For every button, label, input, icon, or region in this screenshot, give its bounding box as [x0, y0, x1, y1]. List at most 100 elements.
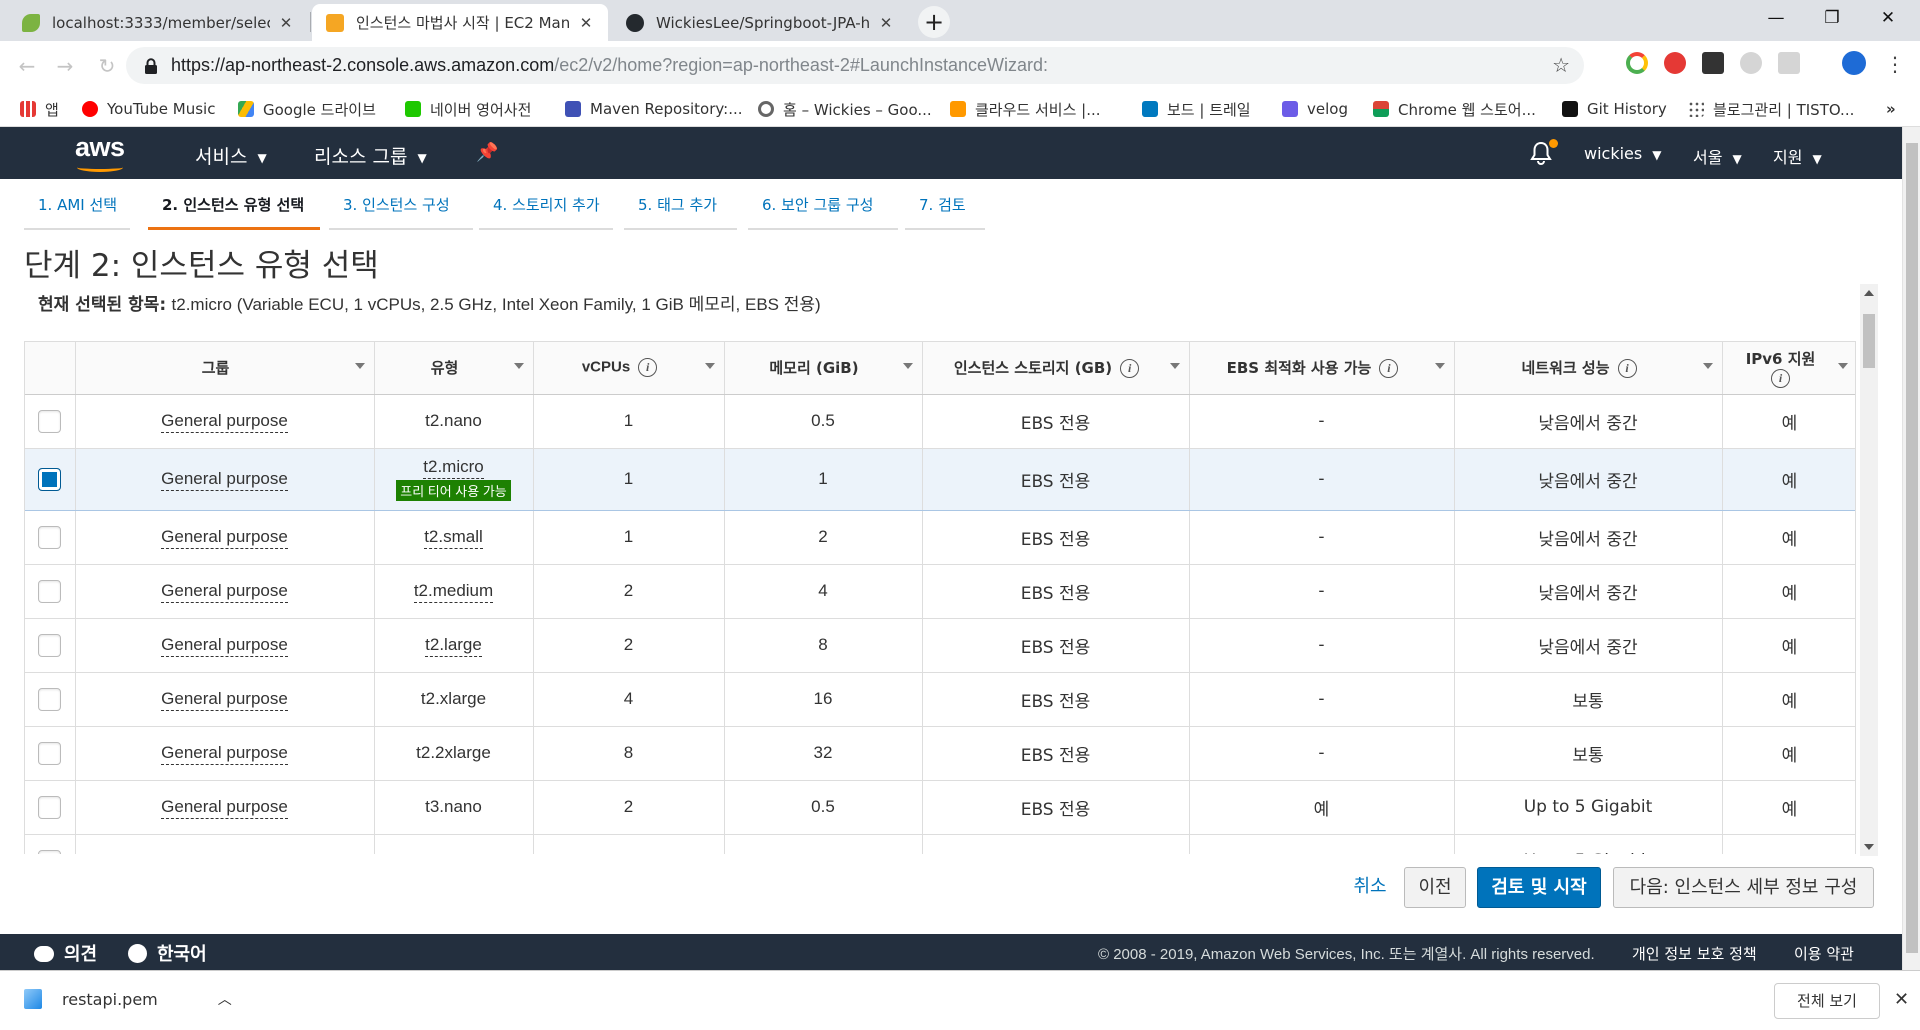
scrollbar-thumb[interactable] — [1863, 314, 1875, 368]
close-icon[interactable]: ✕ — [878, 14, 894, 32]
table-row[interactable]: General purpose t2.xlarge 4 16 EBS 전용 - 보통 예 — [25, 672, 1855, 727]
reload-button[interactable]: ↻ — [92, 51, 122, 81]
terms-link[interactable]: 이용 약관 — [1794, 943, 1854, 964]
profile-avatar[interactable] — [1842, 51, 1866, 75]
page-scrollbar[interactable] — [1902, 127, 1920, 970]
extension-a-icon[interactable] — [1702, 52, 1724, 74]
column-header-type[interactable]: 유형 — [374, 342, 534, 395]
extension-user-icon[interactable] — [1778, 52, 1800, 74]
region-menu[interactable]: 서울 ▼ — [1693, 144, 1742, 168]
show-all-downloads-button[interactable]: 전체 보기 — [1774, 983, 1880, 1019]
pin-icon[interactable]: 📌 — [476, 142, 498, 163]
row-checkbox[interactable] — [38, 741, 62, 765]
row-checkbox[interactable] — [38, 849, 62, 854]
row-checkbox[interactable] — [38, 525, 62, 549]
step-add-storage[interactable]: 4. 스토리지 추가 — [479, 194, 613, 230]
new-tab-button[interactable]: + — [918, 6, 950, 38]
cancel-button[interactable]: 취소 — [1345, 867, 1395, 908]
extension-color-icon[interactable] — [1626, 52, 1648, 74]
bookmarks-overflow[interactable]: » — [1886, 99, 1896, 119]
info-icon[interactable]: i — [638, 358, 658, 378]
bookmark-trello[interactable]: 보드 | 트레일 — [1142, 99, 1251, 119]
address-bar[interactable]: https://ap-northeast-2.console.aws.amazo… — [126, 47, 1584, 84]
row-checkbox[interactable] — [38, 687, 62, 711]
bookmark-apps[interactable]: 앱 — [20, 99, 59, 119]
table-row[interactable]: General purpose t2.2xlarge 8 32 EBS 전용 - 보통 예 — [25, 726, 1855, 781]
column-header-storage[interactable]: 인스턴스 스토리지 (GB) i — [922, 342, 1190, 395]
services-menu[interactable]: 서비스 ▼ — [195, 142, 267, 169]
step-configure-instance[interactable]: 3. 인스턴스 구성 — [329, 194, 473, 230]
forward-button[interactable]: → — [50, 51, 80, 81]
browser-tab-ec2[interactable]: 인스턴스 마법사 시작 | EC2 Management Console ✕ — [312, 4, 608, 41]
maximize-button[interactable]: ❐ — [1804, 0, 1860, 36]
row-select-cell[interactable] — [25, 564, 76, 619]
row-checkbox[interactable] — [38, 579, 62, 603]
review-and-launch-button[interactable]: 검토 및 시작 — [1477, 867, 1601, 908]
table-scrollbar[interactable] — [1860, 284, 1878, 856]
close-icon[interactable]: ✕ — [1894, 989, 1909, 1010]
info-icon[interactable]: i — [1379, 359, 1399, 379]
bookmark-git-history[interactable]: Git History — [1562, 99, 1667, 119]
next-configure-instance-button[interactable]: 다음: 인스턴스 세부 정보 구성 — [1613, 867, 1874, 908]
row-checkbox[interactable] — [38, 409, 62, 433]
bookmark-tistory[interactable]: 블로그관리 | TISTO... — [1688, 99, 1854, 119]
notification-bell-icon[interactable] — [1530, 139, 1558, 165]
row-select-cell[interactable] — [25, 618, 76, 673]
table-row[interactable]: General purposet3.micro21EBS 전용예Up to 5 … — [25, 834, 1855, 854]
row-checkbox[interactable] — [38, 467, 62, 491]
bookmark-star-icon[interactable]: ☆ — [1552, 53, 1570, 77]
close-icon[interactable]: ✕ — [578, 14, 594, 32]
more-icon[interactable]: ⋮ — [1885, 52, 1905, 76]
bookmark-velog[interactable]: velog — [1282, 99, 1348, 119]
scrollbar-thumb[interactable] — [1906, 143, 1918, 953]
back-button[interactable]: ← — [12, 51, 42, 81]
row-checkbox[interactable] — [38, 633, 62, 657]
browser-tab-localhost[interactable]: localhost:3333/member/select/ ✕ — [8, 4, 308, 41]
close-icon[interactable]: ✕ — [278, 14, 294, 32]
row-select-cell[interactable] — [25, 672, 76, 727]
privacy-policy-link[interactable]: 개인 정보 보호 정책 — [1632, 943, 1757, 964]
step-security-group[interactable]: 6. 보안 그룹 구성 — [748, 194, 898, 230]
table-row[interactable]: General purpose t2.nano 1 0.5 EBS 전용 - 낮음에서 중간… — [25, 394, 1855, 449]
column-header-ebs-optimized[interactable]: EBS 최적화 사용 가능 i — [1189, 342, 1455, 395]
browser-tab-github[interactable]: WickiesLee/Springboot-JPA-hikari ✕ — [612, 4, 908, 41]
table-row[interactable]: General purpose t2.medium 2 4 EBS 전용 - 낮음에서 중간… — [25, 564, 1855, 619]
row-select-cell[interactable] — [25, 394, 76, 449]
chevron-up-icon[interactable]: ︿ — [218, 989, 232, 1009]
bookmark-chrome-store[interactable]: Chrome 웹 스토어... — [1373, 99, 1536, 119]
info-icon[interactable]: i — [1617, 359, 1637, 379]
bookmark-maven[interactable]: Maven Repository:... — [565, 99, 743, 119]
download-item[interactable]: restapi.pem ︿ — [24, 989, 232, 1009]
step-add-tags[interactable]: 5. 태그 추가 — [624, 194, 737, 230]
previous-button[interactable]: 이전 — [1404, 867, 1466, 908]
row-select-cell[interactable] — [25, 780, 76, 835]
column-header-network[interactable]: 네트워크 성능 i — [1454, 342, 1723, 395]
row-select-cell[interactable] — [25, 834, 76, 854]
column-header-group[interactable]: 그룹 — [75, 342, 375, 395]
step-review[interactable]: 7. 검토 — [905, 194, 985, 230]
table-row[interactable]: General purpose t2.small 1 2 EBS 전용 - 낮음에서 중간 예 — [25, 510, 1855, 565]
support-menu[interactable]: 지원 ▼ — [1773, 144, 1822, 168]
bookmark-google-sites[interactable]: 홈 – Wickies – Goo... — [758, 99, 932, 119]
table-row[interactable]: General purpose t2.micro 프리 티어 사용 가능 1 1 EBS … — [25, 447, 1855, 511]
resource-groups-menu[interactable]: 리소스 그룹 ▼ — [314, 142, 427, 169]
row-select-cell[interactable] — [25, 726, 76, 781]
aws-logo[interactable]: aws — [75, 132, 125, 172]
language-selector[interactable]: 한국어 — [128, 940, 207, 966]
bookmark-cloud-service[interactable]: 클라우드 서비스 |... — [950, 99, 1101, 119]
row-checkbox[interactable] — [38, 795, 62, 819]
extension-gear-icon[interactable] — [1740, 52, 1762, 74]
row-select-cell[interactable] — [25, 447, 76, 511]
bookmark-google-drive[interactable]: Google 드라이브 — [238, 99, 376, 119]
account-menu[interactable]: wickies ▼ — [1584, 144, 1661, 163]
table-row[interactable]: General purpose t3.nano 2 0.5 EBS 전용 예 Up to 5… — [25, 780, 1855, 835]
step-instance-type[interactable]: 2. 인스턴스 유형 선택 — [148, 194, 320, 230]
feedback-link[interactable]: 의견 — [34, 940, 97, 966]
info-icon[interactable]: i — [1120, 359, 1140, 379]
bookmark-youtube-music[interactable]: YouTube Music — [82, 99, 215, 119]
column-header-vcpus[interactable]: vCPUs i — [533, 342, 725, 395]
bookmark-naver-dictionary[interactable]: 네이버 영어사전 — [405, 99, 531, 119]
table-row[interactable]: General purpose t2.large 2 8 EBS 전용 - 낮음에서 중간 예 — [25, 618, 1855, 673]
column-header-ipv6[interactable]: IPv6 지원 i — [1722, 342, 1855, 395]
window-close-button[interactable]: ✕ — [1860, 0, 1916, 36]
